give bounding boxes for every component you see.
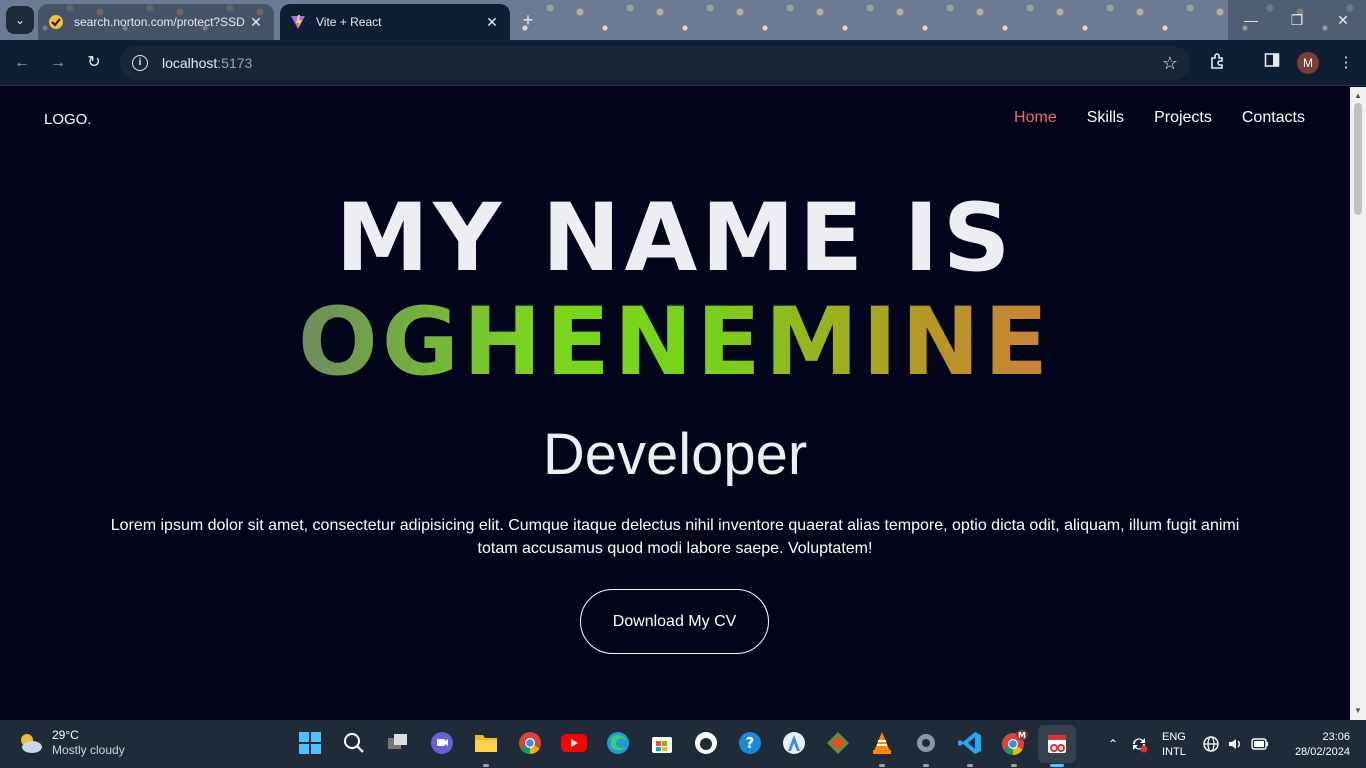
reload-icon[interactable]: ↻ bbox=[82, 51, 106, 75]
settings-gear-icon[interactable] bbox=[912, 729, 940, 757]
help-question-icon[interactable]: ? bbox=[736, 729, 764, 757]
microsoft-store-icon[interactable] bbox=[648, 729, 676, 757]
volume-speaker-icon[interactable] bbox=[1227, 720, 1243, 768]
address-bar[interactable]: i localhost:5173 ☆ bbox=[120, 46, 1190, 80]
page-scrollbar[interactable]: ▲ ▼ bbox=[1350, 87, 1366, 720]
running-indicator bbox=[1011, 764, 1017, 767]
tab-vite-react[interactable]: Vite + React ✕ bbox=[280, 4, 510, 40]
url-port: :5173 bbox=[217, 55, 253, 71]
svg-text:M: M bbox=[1018, 731, 1026, 740]
site-nav: Home Skills Projects Contacts bbox=[1014, 109, 1305, 127]
url-host: localhost bbox=[162, 55, 218, 71]
chrome-icon[interactable] bbox=[516, 729, 544, 757]
vlc-icon[interactable] bbox=[868, 729, 896, 757]
vscode-icon[interactable] bbox=[956, 729, 984, 757]
close-tab-icon[interactable]: ✕ bbox=[484, 14, 500, 31]
cloudy-weather-icon bbox=[21, 734, 42, 753]
search-icon[interactable] bbox=[340, 729, 368, 757]
snipping-tool-icon[interactable] bbox=[1038, 725, 1076, 763]
edge-icon[interactable] bbox=[604, 729, 632, 757]
bookmark-star-icon[interactable]: ☆ bbox=[1162, 53, 1178, 74]
new-tab-icon[interactable]: + bbox=[518, 10, 538, 30]
tab-title: search.norton.com/protect?SSD bbox=[74, 15, 245, 29]
scrollbar-thumb[interactable] bbox=[1354, 103, 1362, 215]
weather-widget[interactable]: 29°C Mostly cloudy bbox=[16, 728, 125, 758]
nav-home[interactable]: Home bbox=[1014, 109, 1057, 127]
site-info-icon[interactable]: i bbox=[132, 55, 148, 71]
forward-arrow-icon[interactable]: → bbox=[46, 51, 70, 75]
running-indicator bbox=[483, 764, 489, 767]
hero-role: Developer bbox=[542, 422, 808, 487]
tab-norton[interactable]: search.norton.com/protect?SSD ✕ bbox=[38, 4, 274, 40]
weather-temp: 29°C bbox=[52, 728, 79, 742]
weather-condition: Mostly cloudy bbox=[52, 743, 125, 757]
close-window-icon[interactable]: ✕ bbox=[1320, 0, 1366, 40]
side-panel-icon[interactable] bbox=[1261, 52, 1283, 74]
clock-time: 23:06 bbox=[1322, 731, 1350, 743]
hero-heading-line1: MY NAME IS bbox=[335, 184, 1015, 293]
vite-favicon-icon bbox=[291, 15, 305, 29]
tab-search-menu-button[interactable]: ⌄ bbox=[6, 6, 34, 34]
active-indicator bbox=[1050, 764, 1064, 767]
youtube-icon[interactable] bbox=[560, 729, 588, 757]
back-arrow-icon[interactable]: ← bbox=[10, 51, 34, 75]
close-tab-icon[interactable]: ✕ bbox=[248, 14, 264, 31]
site-logo[interactable]: LOGO. bbox=[44, 111, 92, 128]
task-view-icon[interactable] bbox=[384, 729, 412, 757]
tab-strip: ⌄ search.norton.com/protect?SSD ✕ Vite +… bbox=[0, 0, 1366, 40]
svg-text:?: ? bbox=[746, 734, 755, 752]
android-studio-icon[interactable] bbox=[780, 729, 808, 757]
hero-name: OGHENEMINE bbox=[0, 293, 1350, 393]
sync-update-icon[interactable] bbox=[1130, 720, 1148, 768]
windows-start-icon[interactable] bbox=[296, 729, 324, 757]
show-hidden-icons-chevron-icon[interactable]: ⌃ bbox=[1108, 720, 1118, 768]
browser-toolbar: ← → ↻ i localhost:5173 ☆ ⋮ bbox=[0, 40, 1366, 86]
lang-bottom: INTL bbox=[1162, 746, 1186, 758]
tab-title: Vite + React bbox=[316, 15, 382, 29]
windows-taskbar: 29°C Mostly cloudy ? M ⌃ ENG INTL 23:06 … bbox=[0, 720, 1366, 768]
hero-description: Lorem ipsum dolor sit amet, consectetur … bbox=[110, 517, 1240, 557]
system-clock[interactable]: 23:06 28/02/2024 bbox=[1280, 730, 1350, 760]
norton-favicon-icon bbox=[49, 15, 63, 29]
download-cv-button[interactable]: Download My CV bbox=[580, 589, 769, 654]
lang-top: ENG bbox=[1162, 731, 1186, 743]
maximize-window-icon[interactable]: ❐ bbox=[1274, 0, 1320, 40]
nav-contacts[interactable]: Contacts bbox=[1242, 109, 1305, 127]
battery-icon[interactable] bbox=[1251, 720, 1269, 768]
running-indicator bbox=[923, 764, 929, 767]
github-desktop-icon[interactable] bbox=[692, 729, 720, 757]
chrome-profile-icon[interactable]: M bbox=[1000, 729, 1028, 757]
clock-date: 28/02/2024 bbox=[1294, 746, 1350, 758]
minimize-window-icon[interactable]: — bbox=[1228, 0, 1274, 40]
nav-skills[interactable]: Skills bbox=[1087, 109, 1124, 127]
web-page: LOGO. Home Skills Projects Contacts MY N… bbox=[0, 87, 1350, 720]
scroll-down-icon[interactable]: ▼ bbox=[1350, 704, 1366, 718]
network-globe-icon[interactable] bbox=[1203, 720, 1219, 768]
profile-avatar[interactable]: M bbox=[1297, 52, 1319, 74]
nav-projects[interactable]: Projects bbox=[1154, 109, 1212, 127]
running-indicator bbox=[879, 764, 885, 767]
extensions-puzzle-icon[interactable] bbox=[1207, 52, 1229, 74]
scroll-up-icon[interactable]: ▲ bbox=[1350, 89, 1366, 103]
running-indicator bbox=[967, 764, 973, 767]
chrome-menu-icon[interactable]: ⋮ bbox=[1335, 52, 1357, 74]
file-explorer-icon[interactable] bbox=[472, 729, 500, 757]
git-tool-icon[interactable] bbox=[824, 729, 852, 757]
input-language-indicator[interactable]: ENG INTL bbox=[1162, 730, 1186, 760]
teams-chat-icon[interactable] bbox=[428, 729, 456, 757]
